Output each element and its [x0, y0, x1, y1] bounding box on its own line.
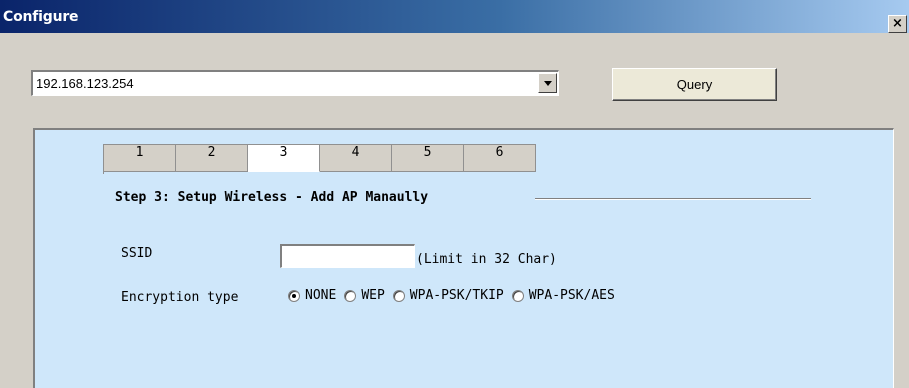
ssid-label: SSID	[121, 246, 153, 261]
encryption-option-wpa-tkip[interactable]: WPA-PSK/TKIP	[392, 288, 504, 303]
radio-icon[interactable]	[392, 289, 405, 302]
tab-step-5[interactable]: 5	[392, 144, 464, 172]
tab-step-4[interactable]: 4	[320, 144, 392, 172]
radio-icon[interactable]	[511, 289, 524, 302]
tab-step-3[interactable]: 3	[248, 144, 320, 172]
ssid-input[interactable]	[280, 244, 415, 268]
tab-step-2[interactable]: 2	[176, 144, 248, 172]
window-title: Configure	[3, 9, 79, 25]
close-icon: ×	[892, 16, 903, 31]
encryption-option-wpa-aes[interactable]: WPA-PSK/AES	[511, 288, 615, 303]
wizard-panel: 1 2 3 4 5 6 Step 3: Setup Wireless - Add…	[33, 128, 894, 388]
encryption-option-label: WPA-PSK/TKIP	[409, 288, 504, 303]
query-button[interactable]: Query	[612, 68, 777, 101]
encryption-option-label: WPA-PSK/AES	[528, 288, 615, 303]
radio-selected-icon[interactable]	[288, 289, 300, 302]
encryption-option-wep[interactable]: WEP	[344, 288, 385, 303]
step-title: Step 3: Setup Wireless - Add AP Manaully	[115, 190, 429, 205]
encryption-radio-group: NONE WEP WPA-PSK/TKIP WPA-PSK/AES	[288, 288, 623, 303]
device-address-combobox[interactable]: 192.168.123.254	[31, 70, 559, 96]
step-tabs: 1 2 3 4 5 6	[103, 144, 536, 174]
device-address-value: 192.168.123.254	[36, 76, 134, 91]
encryption-option-none[interactable]: NONE	[288, 288, 336, 303]
encryption-option-label: NONE	[305, 288, 337, 303]
tab-step-6[interactable]: 6	[464, 144, 536, 172]
tab-step-1[interactable]: 1	[104, 144, 176, 172]
radio-icon[interactable]	[344, 289, 357, 302]
step-title-divider	[535, 198, 811, 200]
ssid-limit-hint: (Limit in 32 Char)	[416, 252, 557, 267]
close-button[interactable]: ×	[888, 15, 907, 33]
chevron-down-icon[interactable]	[538, 73, 557, 93]
title-bar: Configure ×	[0, 0, 909, 33]
encryption-option-label: WEP	[361, 288, 385, 303]
encryption-type-label: Encryption type	[121, 290, 239, 305]
